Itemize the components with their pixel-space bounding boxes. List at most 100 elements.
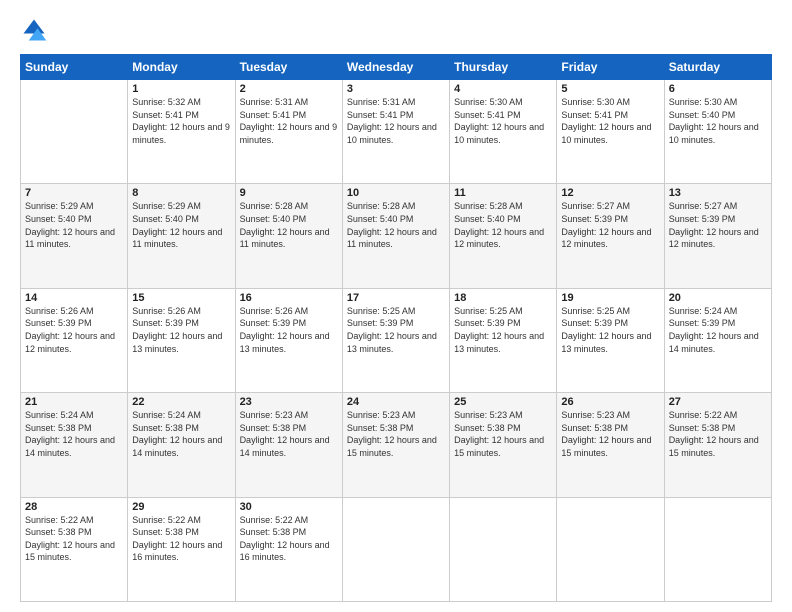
day-info: Sunrise: 5:22 AMSunset: 5:38 PMDaylight:… [669, 409, 767, 459]
logo-icon [20, 16, 48, 44]
calendar-cell [450, 497, 557, 601]
calendar-cell: 27 Sunrise: 5:22 AMSunset: 5:38 PMDaylig… [664, 393, 771, 497]
day-info: Sunrise: 5:22 AMSunset: 5:38 PMDaylight:… [132, 514, 230, 564]
day-info: Sunrise: 5:23 AMSunset: 5:38 PMDaylight:… [347, 409, 445, 459]
calendar-cell: 26 Sunrise: 5:23 AMSunset: 5:38 PMDaylig… [557, 393, 664, 497]
calendar-cell: 12 Sunrise: 5:27 AMSunset: 5:39 PMDaylig… [557, 184, 664, 288]
day-info: Sunrise: 5:26 AMSunset: 5:39 PMDaylight:… [132, 305, 230, 355]
page: SundayMondayTuesdayWednesdayThursdayFrid… [0, 0, 792, 612]
day-info: Sunrise: 5:25 AMSunset: 5:39 PMDaylight:… [454, 305, 552, 355]
day-number: 24 [347, 396, 445, 408]
calendar-cell: 4 Sunrise: 5:30 AMSunset: 5:41 PMDayligh… [450, 80, 557, 184]
week-row-3: 14 Sunrise: 5:26 AMSunset: 5:39 PMDaylig… [21, 288, 772, 392]
calendar-cell: 7 Sunrise: 5:29 AMSunset: 5:40 PMDayligh… [21, 184, 128, 288]
day-number: 28 [25, 501, 123, 513]
day-info: Sunrise: 5:25 AMSunset: 5:39 PMDaylight:… [347, 305, 445, 355]
day-info: Sunrise: 5:26 AMSunset: 5:39 PMDaylight:… [240, 305, 338, 355]
calendar-cell: 20 Sunrise: 5:24 AMSunset: 5:39 PMDaylig… [664, 288, 771, 392]
calendar-cell: 29 Sunrise: 5:22 AMSunset: 5:38 PMDaylig… [128, 497, 235, 601]
day-number: 5 [561, 83, 659, 95]
day-number: 26 [561, 396, 659, 408]
column-header-saturday: Saturday [664, 55, 771, 80]
column-header-friday: Friday [557, 55, 664, 80]
calendar-cell: 13 Sunrise: 5:27 AMSunset: 5:39 PMDaylig… [664, 184, 771, 288]
calendar-cell: 15 Sunrise: 5:26 AMSunset: 5:39 PMDaylig… [128, 288, 235, 392]
day-info: Sunrise: 5:25 AMSunset: 5:39 PMDaylight:… [561, 305, 659, 355]
day-number: 1 [132, 83, 230, 95]
calendar-cell: 5 Sunrise: 5:30 AMSunset: 5:41 PMDayligh… [557, 80, 664, 184]
calendar-cell: 10 Sunrise: 5:28 AMSunset: 5:40 PMDaylig… [342, 184, 449, 288]
column-header-monday: Monday [128, 55, 235, 80]
calendar-cell: 18 Sunrise: 5:25 AMSunset: 5:39 PMDaylig… [450, 288, 557, 392]
day-number: 18 [454, 292, 552, 304]
day-info: Sunrise: 5:28 AMSunset: 5:40 PMDaylight:… [240, 200, 338, 250]
day-info: Sunrise: 5:30 AMSunset: 5:41 PMDaylight:… [561, 96, 659, 146]
calendar-cell: 6 Sunrise: 5:30 AMSunset: 5:40 PMDayligh… [664, 80, 771, 184]
week-row-1: 1 Sunrise: 5:32 AMSunset: 5:41 PMDayligh… [21, 80, 772, 184]
day-number: 3 [347, 83, 445, 95]
day-info: Sunrise: 5:22 AMSunset: 5:38 PMDaylight:… [240, 514, 338, 564]
calendar-cell: 21 Sunrise: 5:24 AMSunset: 5:38 PMDaylig… [21, 393, 128, 497]
calendar-cell: 22 Sunrise: 5:24 AMSunset: 5:38 PMDaylig… [128, 393, 235, 497]
day-number: 12 [561, 187, 659, 199]
day-number: 13 [669, 187, 767, 199]
day-info: Sunrise: 5:30 AMSunset: 5:40 PMDaylight:… [669, 96, 767, 146]
calendar-cell [664, 497, 771, 601]
calendar-cell: 16 Sunrise: 5:26 AMSunset: 5:39 PMDaylig… [235, 288, 342, 392]
day-number: 30 [240, 501, 338, 513]
day-number: 23 [240, 396, 338, 408]
week-row-5: 28 Sunrise: 5:22 AMSunset: 5:38 PMDaylig… [21, 497, 772, 601]
day-number: 10 [347, 187, 445, 199]
calendar-cell: 9 Sunrise: 5:28 AMSunset: 5:40 PMDayligh… [235, 184, 342, 288]
day-number: 14 [25, 292, 123, 304]
calendar-cell: 3 Sunrise: 5:31 AMSunset: 5:41 PMDayligh… [342, 80, 449, 184]
day-info: Sunrise: 5:29 AMSunset: 5:40 PMDaylight:… [25, 200, 123, 250]
day-info: Sunrise: 5:23 AMSunset: 5:38 PMDaylight:… [454, 409, 552, 459]
day-number: 16 [240, 292, 338, 304]
calendar-cell: 17 Sunrise: 5:25 AMSunset: 5:39 PMDaylig… [342, 288, 449, 392]
week-row-4: 21 Sunrise: 5:24 AMSunset: 5:38 PMDaylig… [21, 393, 772, 497]
day-info: Sunrise: 5:27 AMSunset: 5:39 PMDaylight:… [669, 200, 767, 250]
day-number: 11 [454, 187, 552, 199]
day-number: 15 [132, 292, 230, 304]
day-info: Sunrise: 5:24 AMSunset: 5:38 PMDaylight:… [25, 409, 123, 459]
day-info: Sunrise: 5:29 AMSunset: 5:40 PMDaylight:… [132, 200, 230, 250]
column-header-sunday: Sunday [21, 55, 128, 80]
column-header-tuesday: Tuesday [235, 55, 342, 80]
header [20, 16, 772, 44]
day-info: Sunrise: 5:23 AMSunset: 5:38 PMDaylight:… [240, 409, 338, 459]
day-info: Sunrise: 5:22 AMSunset: 5:38 PMDaylight:… [25, 514, 123, 564]
calendar-cell: 23 Sunrise: 5:23 AMSunset: 5:38 PMDaylig… [235, 393, 342, 497]
column-header-wednesday: Wednesday [342, 55, 449, 80]
day-info: Sunrise: 5:32 AMSunset: 5:41 PMDaylight:… [132, 96, 230, 146]
day-number: 7 [25, 187, 123, 199]
column-header-thursday: Thursday [450, 55, 557, 80]
logo [20, 16, 52, 44]
day-number: 21 [25, 396, 123, 408]
column-header-row: SundayMondayTuesdayWednesdayThursdayFrid… [21, 55, 772, 80]
day-info: Sunrise: 5:28 AMSunset: 5:40 PMDaylight:… [454, 200, 552, 250]
day-info: Sunrise: 5:27 AMSunset: 5:39 PMDaylight:… [561, 200, 659, 250]
calendar-cell: 2 Sunrise: 5:31 AMSunset: 5:41 PMDayligh… [235, 80, 342, 184]
day-number: 6 [669, 83, 767, 95]
calendar-cell: 19 Sunrise: 5:25 AMSunset: 5:39 PMDaylig… [557, 288, 664, 392]
day-number: 29 [132, 501, 230, 513]
day-number: 8 [132, 187, 230, 199]
calendar-cell: 8 Sunrise: 5:29 AMSunset: 5:40 PMDayligh… [128, 184, 235, 288]
day-number: 17 [347, 292, 445, 304]
day-number: 19 [561, 292, 659, 304]
calendar-cell: 11 Sunrise: 5:28 AMSunset: 5:40 PMDaylig… [450, 184, 557, 288]
day-number: 2 [240, 83, 338, 95]
day-info: Sunrise: 5:23 AMSunset: 5:38 PMDaylight:… [561, 409, 659, 459]
day-number: 25 [454, 396, 552, 408]
day-info: Sunrise: 5:24 AMSunset: 5:38 PMDaylight:… [132, 409, 230, 459]
day-number: 20 [669, 292, 767, 304]
day-info: Sunrise: 5:26 AMSunset: 5:39 PMDaylight:… [25, 305, 123, 355]
calendar-cell: 24 Sunrise: 5:23 AMSunset: 5:38 PMDaylig… [342, 393, 449, 497]
calendar-cell [557, 497, 664, 601]
day-number: 9 [240, 187, 338, 199]
day-info: Sunrise: 5:28 AMSunset: 5:40 PMDaylight:… [347, 200, 445, 250]
calendar-cell [21, 80, 128, 184]
calendar-cell: 28 Sunrise: 5:22 AMSunset: 5:38 PMDaylig… [21, 497, 128, 601]
day-number: 4 [454, 83, 552, 95]
